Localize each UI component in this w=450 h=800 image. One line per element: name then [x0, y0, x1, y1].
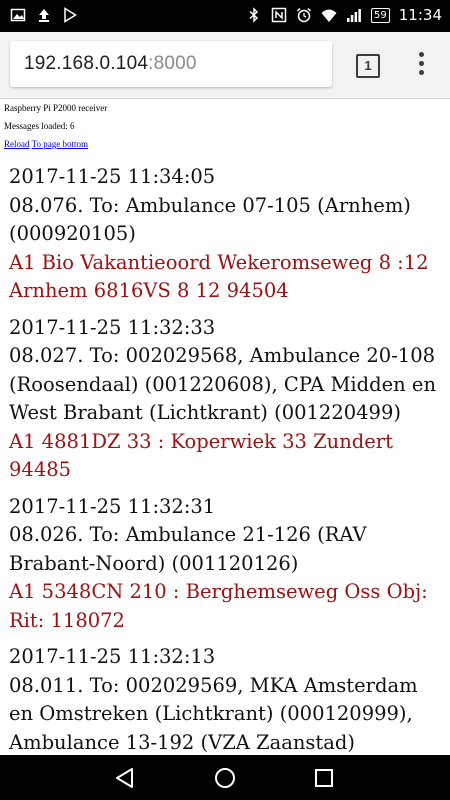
status-bar-notifications: [10, 7, 78, 23]
message-recipients: 08.076. To: Ambulance 07-105 (Arnhem) (0…: [9, 193, 411, 246]
url-port: :8000: [148, 53, 197, 74]
nfc-icon: [271, 7, 287, 23]
message-item: 2017-11-25 11:34:05 08.076. To: Ambulanc…: [9, 163, 443, 306]
play-store-icon: [64, 7, 77, 23]
recents-button[interactable]: [314, 768, 334, 788]
message-timestamp: 2017-11-25 11:32:13: [9, 645, 216, 668]
alarm-icon: [297, 7, 312, 23]
page-bottom-link[interactable]: To page bottom: [32, 139, 88, 149]
signal-icon: [347, 9, 361, 22]
url-text[interactable]: 192.168.0.104:8000: [24, 53, 197, 75]
reload-link[interactable]: Reload: [4, 139, 30, 149]
navigation-bar: [0, 755, 450, 800]
status-bar: 59 11:34: [0, 0, 450, 32]
overflow-menu-button[interactable]: [414, 52, 428, 78]
messages-loaded-count: Messages loaded: 6: [4, 121, 75, 131]
home-button[interactable]: [214, 767, 236, 789]
message-timestamp: 2017-11-25 11:34:05: [9, 165, 216, 188]
address-bar[interactable]: 192.168.0.104:8000: [10, 41, 332, 87]
page-title: Raspberry Pi P2000 receiver: [4, 103, 108, 113]
message-recipients: 08.011. To: 002029569, MKA Amsterdam en …: [9, 673, 418, 754]
back-button[interactable]: [114, 767, 136, 789]
battery-icon: 59: [371, 7, 390, 23]
image-notification-icon: [10, 8, 26, 22]
url-host: 192.168.0.104: [24, 53, 149, 74]
message-body: A1 5348CN 210 : Berghemseweg Oss Obj: Ri…: [9, 580, 428, 632]
message-item: 2017-11-25 11:32:13 08.011. To: 00202956…: [9, 643, 443, 755]
message-item: 2017-11-25 11:32:31 08.026. To: Ambulanc…: [9, 493, 443, 636]
message-list: 2017-11-25 11:34:05 08.076. To: Ambulanc…: [9, 163, 443, 755]
upload-icon: [39, 9, 49, 22]
message-timestamp: 2017-11-25 11:32:33: [9, 315, 216, 339]
clock: 11:34: [398, 6, 442, 24]
message-timestamp: 2017-11-25 11:32:31: [9, 494, 216, 518]
wifi-icon: [321, 9, 337, 22]
message-recipients: 08.027. To: 002029568, Ambulance 20-108 …: [9, 344, 437, 424]
browser-toolbar: 192.168.0.104:8000 1: [0, 32, 450, 99]
web-page: Raspberry Pi P2000 receiver Messages loa…: [0, 99, 450, 755]
message-item: 2017-11-25 11:32:33 08.027. To: 00202956…: [9, 314, 443, 485]
message-body: A1 Bio Vakantieoord Wekeromseweg 8 :12 A…: [9, 250, 429, 303]
bluetooth-icon: [249, 7, 259, 23]
page-links: Reload To page bottom: [4, 139, 88, 149]
status-bar-system: 59 11:34: [246, 6, 442, 24]
tab-switcher-button[interactable]: 1: [356, 54, 380, 78]
message-recipients: 08.026. To: Ambulance 21-126 (RAV Braban…: [9, 523, 367, 575]
message-body: A1 4881DZ 33 : Koperwiek 33 Zundert 9448…: [9, 429, 393, 482]
